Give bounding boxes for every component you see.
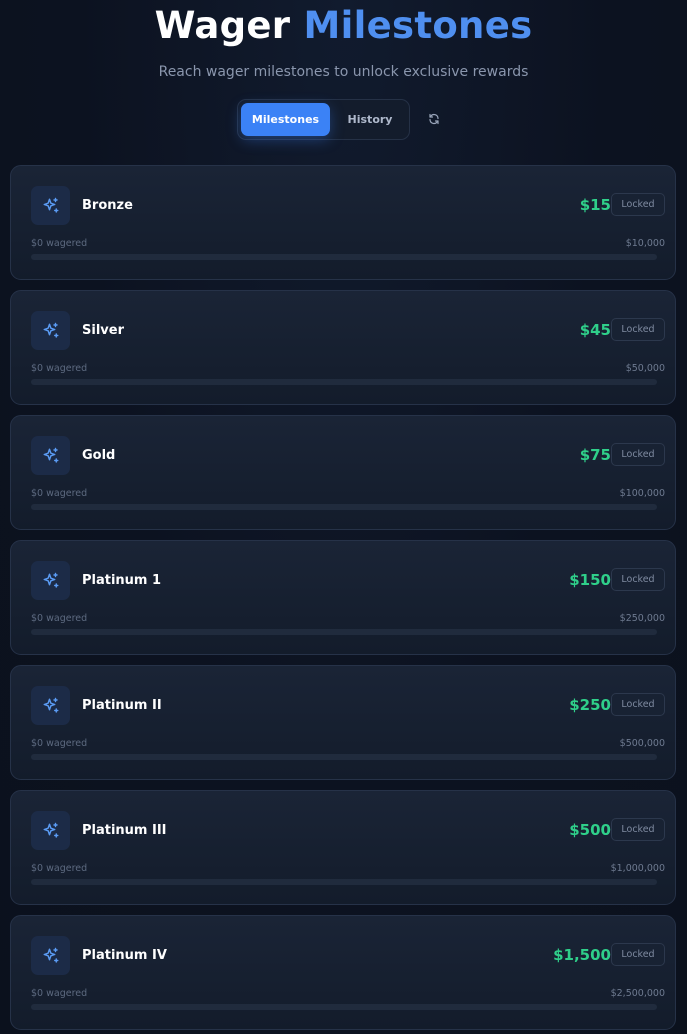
page-header: Wager Milestones Reach wager milestones …: [0, 0, 687, 81]
status-badge: Locked: [611, 193, 665, 216]
status-badge: Locked: [611, 568, 665, 591]
progress-bar: [31, 629, 657, 635]
progress-bar: [31, 379, 657, 385]
wager-target: $50,000: [625, 363, 665, 374]
refresh-button[interactable]: [424, 109, 444, 129]
milestone-name: Platinum III: [82, 823, 167, 838]
progress-bar: [31, 754, 657, 760]
progress-bar: [31, 1004, 657, 1010]
wager-target: $2,500,000: [610, 988, 665, 999]
view-controls: Milestones History: [0, 99, 687, 140]
wager-target: $500,000: [619, 738, 665, 749]
page-title: Wager Milestones: [0, 4, 687, 48]
wagered-amount: $0 wagered: [31, 863, 88, 874]
milestone-icon-box: [31, 811, 70, 850]
title-word-1: Wager: [154, 4, 291, 47]
milestone-card-2: Gold $75 Locked $0 wagered $100,000: [10, 415, 676, 530]
milestone-icon-box: [31, 186, 70, 225]
milestone-reward: $500: [569, 821, 611, 839]
sparkles-icon: [43, 822, 58, 838]
status-badge: Locked: [611, 318, 665, 341]
milestone-list: Bronze $15 Locked $0 wagered $10,000 Sil…: [10, 165, 677, 1034]
sparkles-icon: [43, 447, 58, 463]
progress-bar: [31, 504, 657, 510]
sparkles-icon: [43, 697, 58, 713]
sparkles-icon: [43, 572, 58, 588]
wagered-amount: $0 wagered: [31, 363, 88, 374]
milestone-card-0: Bronze $15 Locked $0 wagered $10,000: [10, 165, 676, 280]
wagered-amount: $0 wagered: [31, 488, 88, 499]
wager-target: $10,000: [625, 238, 665, 249]
milestone-icon-box: [31, 686, 70, 725]
progress-bar: [31, 879, 657, 885]
wagered-amount: $0 wagered: [31, 738, 88, 749]
milestone-icon-box: [31, 936, 70, 975]
progress-bar: [31, 254, 657, 260]
milestone-name: Bronze: [82, 198, 133, 213]
wagered-amount: $0 wagered: [31, 613, 88, 624]
milestone-reward: $15: [579, 196, 611, 214]
milestone-icon-box: [31, 561, 70, 600]
milestone-name: Gold: [82, 448, 116, 463]
wagered-amount: $0 wagered: [31, 238, 88, 249]
milestone-reward: $150: [569, 571, 611, 589]
milestone-card-3: Platinum 1 $150 Locked $0 wagered $250,0…: [10, 540, 676, 655]
wagered-amount: $0 wagered: [31, 988, 88, 999]
wager-target: $1,000,000: [610, 863, 665, 874]
milestone-card-5: Platinum III $500 Locked $0 wagered $1,0…: [10, 790, 676, 905]
status-badge: Locked: [611, 818, 665, 841]
sparkles-icon: [43, 322, 58, 338]
milestone-icon-box: [31, 311, 70, 350]
status-badge: Locked: [611, 943, 665, 966]
milestone-name: Platinum IV: [82, 948, 167, 963]
wager-target: $250,000: [619, 613, 665, 624]
refresh-icon: [429, 113, 439, 125]
tab-history[interactable]: History: [334, 103, 406, 136]
milestone-name: Platinum 1: [82, 573, 162, 588]
page-subtitle: Reach wager milestones to unlock exclusi…: [158, 64, 529, 80]
milestone-reward: $1,500: [553, 946, 611, 964]
tab-milestones[interactable]: Milestones: [241, 103, 330, 136]
sparkles-icon: [43, 197, 58, 213]
sparkles-icon: [43, 947, 58, 963]
milestone-reward: $250: [569, 696, 611, 714]
milestone-name: Platinum II: [82, 698, 162, 713]
milestone-card-1: Silver $45 Locked $0 wagered $50,000: [10, 290, 676, 405]
status-badge: Locked: [611, 693, 665, 716]
milestone-card-6: Platinum IV $1,500 Locked $0 wagered $2,…: [10, 915, 676, 1030]
milestone-reward: $75: [579, 446, 611, 464]
title-word-2: Milestones: [303, 4, 533, 47]
status-badge: Locked: [611, 443, 665, 466]
wager-target: $100,000: [619, 488, 665, 499]
tab-switcher: Milestones History: [237, 99, 410, 140]
milestone-name: Silver: [82, 323, 124, 338]
milestone-icon-box: [31, 436, 70, 475]
milestone-reward: $45: [579, 321, 611, 339]
milestone-card-4: Platinum II $250 Locked $0 wagered $500,…: [10, 665, 676, 780]
